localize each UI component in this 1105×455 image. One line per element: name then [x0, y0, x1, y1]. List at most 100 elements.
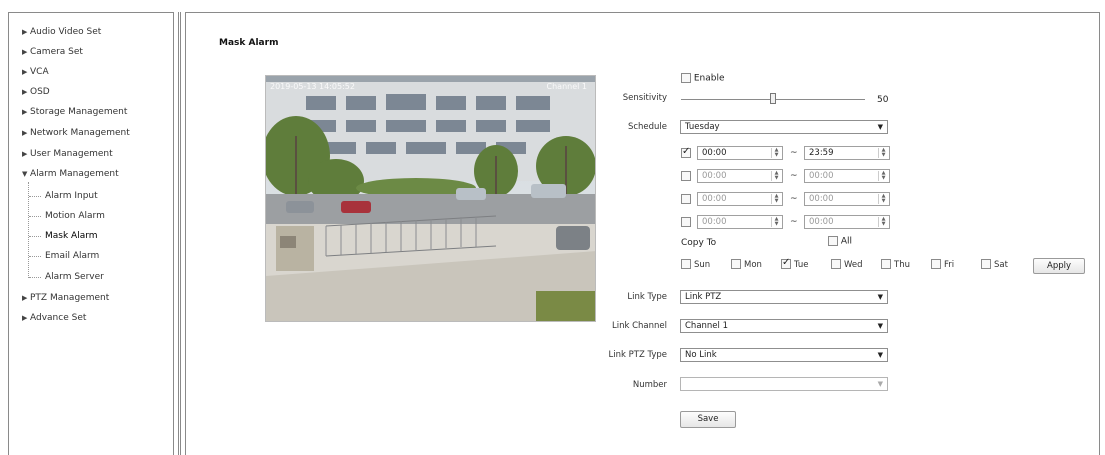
time-range-checkbox[interactable]	[681, 217, 691, 227]
time-range-checkbox[interactable]	[681, 146, 691, 158]
video-timestamp-overlay: 2019-05-13 14:05:52	[270, 82, 355, 91]
copy-day-wed[interactable]: Wed	[831, 259, 863, 270]
sidebar-item-alarm-input[interactable]: Alarm Input	[45, 189, 98, 203]
copy-day-sat[interactable]: Sat	[981, 259, 1008, 270]
day-label: Thu	[894, 259, 910, 270]
sensitivity-slider-thumb[interactable]	[770, 93, 776, 104]
copy-day-thu[interactable]: Thu	[881, 259, 910, 270]
all-days-checkbox[interactable]	[828, 236, 838, 246]
sidebar-item-label: Storage Management	[30, 107, 128, 117]
sidebar-item-camera-set[interactable]: ▶ Camera Set	[22, 45, 83, 59]
time-range-checkbox[interactable]	[681, 194, 691, 204]
start-time-input-value: 00:00	[702, 194, 727, 204]
tree-connector	[29, 256, 41, 257]
sidebar-item-network-management[interactable]: ▶ Network Management	[22, 126, 130, 140]
start-time-input-value: 00:00	[702, 217, 727, 227]
link-ptz-type-select[interactable]: No Link ▼	[680, 348, 888, 362]
spinner-arrows-icon[interactable]: ▲ ▼	[771, 194, 781, 204]
link-type-label: Link Type	[627, 292, 667, 302]
sidebar-item-motion-alarm[interactable]: Motion Alarm	[45, 209, 105, 223]
schedule-select[interactable]: Tuesday ▼	[680, 120, 888, 134]
copy-day-mon[interactable]: Mon	[731, 259, 762, 270]
sidebar-item-alarm-management[interactable]: ▼ Alarm Management	[22, 167, 119, 181]
day-checkbox[interactable]	[731, 259, 741, 269]
day-label: Sun	[694, 259, 711, 270]
sidebar-item-label: Alarm Management	[30, 169, 119, 179]
sidebar-item-vca[interactable]: ▶ VCA	[22, 65, 49, 79]
expand-arrow-icon: ▶	[22, 129, 28, 137]
day-label: Mon	[744, 259, 762, 270]
link-ptz-type-label: Link PTZ Type	[608, 350, 667, 360]
panel-splitter[interactable]	[178, 12, 181, 455]
copy-day-sun[interactable]: Sun	[681, 259, 710, 270]
tree-connector	[29, 236, 41, 237]
sidebar-item-user-management[interactable]: ▶ User Management	[22, 147, 113, 161]
expand-arrow-icon: ▶	[22, 88, 28, 96]
end-time-input[interactable]: 00:00 ▲ ▼	[804, 169, 890, 183]
schedule-selected-value: Tuesday	[685, 122, 720, 132]
enable-row: Enable	[681, 73, 725, 84]
link-channel-selected-value: Channel 1	[685, 321, 729, 331]
day-label: Tue	[794, 259, 809, 270]
end-time-input[interactable]: 00:00 ▲ ▼	[804, 215, 890, 229]
sidebar-item-email-alarm[interactable]: Email Alarm	[45, 249, 99, 263]
sidebar-item-mask-alarm[interactable]: Mask Alarm	[45, 229, 98, 243]
start-time-input[interactable]: 00:00 ▲ ▼	[697, 215, 783, 229]
day-checkbox[interactable]	[981, 259, 991, 269]
time-range-separator: ~	[790, 194, 798, 204]
spinner-arrows-icon[interactable]: ▲ ▼	[771, 148, 781, 158]
sidebar-item-ptz-management[interactable]: ▶ PTZ Management	[22, 291, 109, 305]
copy-day-tue[interactable]: Tue	[781, 257, 809, 270]
end-time-input-value: 23:59	[809, 148, 834, 158]
expand-arrow-icon: ▶	[22, 28, 28, 36]
sidebar-item-storage-management[interactable]: ▶ Storage Management	[22, 105, 127, 119]
time-range-separator: ~	[790, 148, 798, 158]
sidebar-item-label: PTZ Management	[30, 293, 110, 303]
spinner-arrows-icon[interactable]: ▲ ▼	[878, 217, 888, 227]
spinner-arrows-icon[interactable]: ▲ ▼	[878, 194, 888, 204]
save-button[interactable]: Save	[680, 411, 736, 428]
sidebar-item-label: OSD	[30, 87, 50, 97]
start-time-input[interactable]: 00:00 ▲ ▼	[697, 146, 783, 160]
day-checkbox[interactable]	[681, 259, 691, 269]
start-time-input[interactable]: 00:00 ▲ ▼	[697, 192, 783, 206]
spinner-arrows-icon[interactable]: ▲ ▼	[878, 171, 888, 181]
spinner-arrows-icon[interactable]: ▲ ▼	[771, 217, 781, 227]
chevron-down-icon: ▼	[877, 123, 883, 131]
end-time-input-value: 00:00	[809, 217, 834, 227]
start-time-input[interactable]: 00:00 ▲ ▼	[697, 169, 783, 183]
start-time-input-value: 00:00	[702, 148, 727, 158]
number-select[interactable]: ▼	[680, 377, 888, 391]
expand-arrow-icon: ▶	[22, 314, 28, 322]
day-checkbox[interactable]	[881, 259, 891, 269]
video-channel-overlay: Channel 1	[546, 82, 587, 91]
sidebar-item-label: Network Management	[30, 128, 130, 138]
day-checkbox[interactable]	[931, 259, 941, 269]
day-checkbox[interactable]	[781, 257, 791, 269]
end-time-input-value: 00:00	[809, 171, 834, 181]
copy-day-fri[interactable]: Fri	[931, 259, 954, 270]
sidebar-item-alarm-server[interactable]: Alarm Server	[45, 270, 104, 284]
sidebar-item-advance-set[interactable]: ▶ Advance Set	[22, 311, 86, 325]
end-time-input[interactable]: 00:00 ▲ ▼	[804, 192, 890, 206]
link-type-select[interactable]: Link PTZ ▼	[680, 290, 888, 304]
link-channel-select[interactable]: Channel 1 ▼	[680, 319, 888, 333]
expand-arrow-icon: ▶	[22, 68, 28, 76]
link-ptz-type-selected-value: No Link	[685, 350, 717, 360]
chevron-down-icon: ▼	[877, 351, 883, 359]
apply-button[interactable]: Apply	[1033, 258, 1085, 274]
video-preview[interactable]: 2019-05-13 14:05:52 Channel 1	[265, 75, 596, 322]
enable-checkbox[interactable]	[681, 73, 691, 83]
sidebar-item-osd[interactable]: ▶ OSD	[22, 85, 50, 99]
end-time-input[interactable]: 23:59 ▲ ▼	[804, 146, 890, 160]
spinner-arrows-icon[interactable]: ▲ ▼	[771, 171, 781, 181]
time-range-checkbox[interactable]	[681, 171, 691, 181]
sidebar-item-audio-video-set[interactable]: ▶ Audio Video Set	[22, 25, 101, 39]
link-channel-label: Link Channel	[611, 321, 667, 331]
spinner-arrows-icon[interactable]: ▲ ▼	[878, 148, 888, 158]
chevron-down-icon: ▼	[877, 322, 883, 330]
time-range-separator: ~	[790, 171, 798, 181]
sensitivity-value: 50	[877, 95, 889, 105]
day-checkbox[interactable]	[831, 259, 841, 269]
sidebar-item-label: VCA	[30, 67, 49, 77]
